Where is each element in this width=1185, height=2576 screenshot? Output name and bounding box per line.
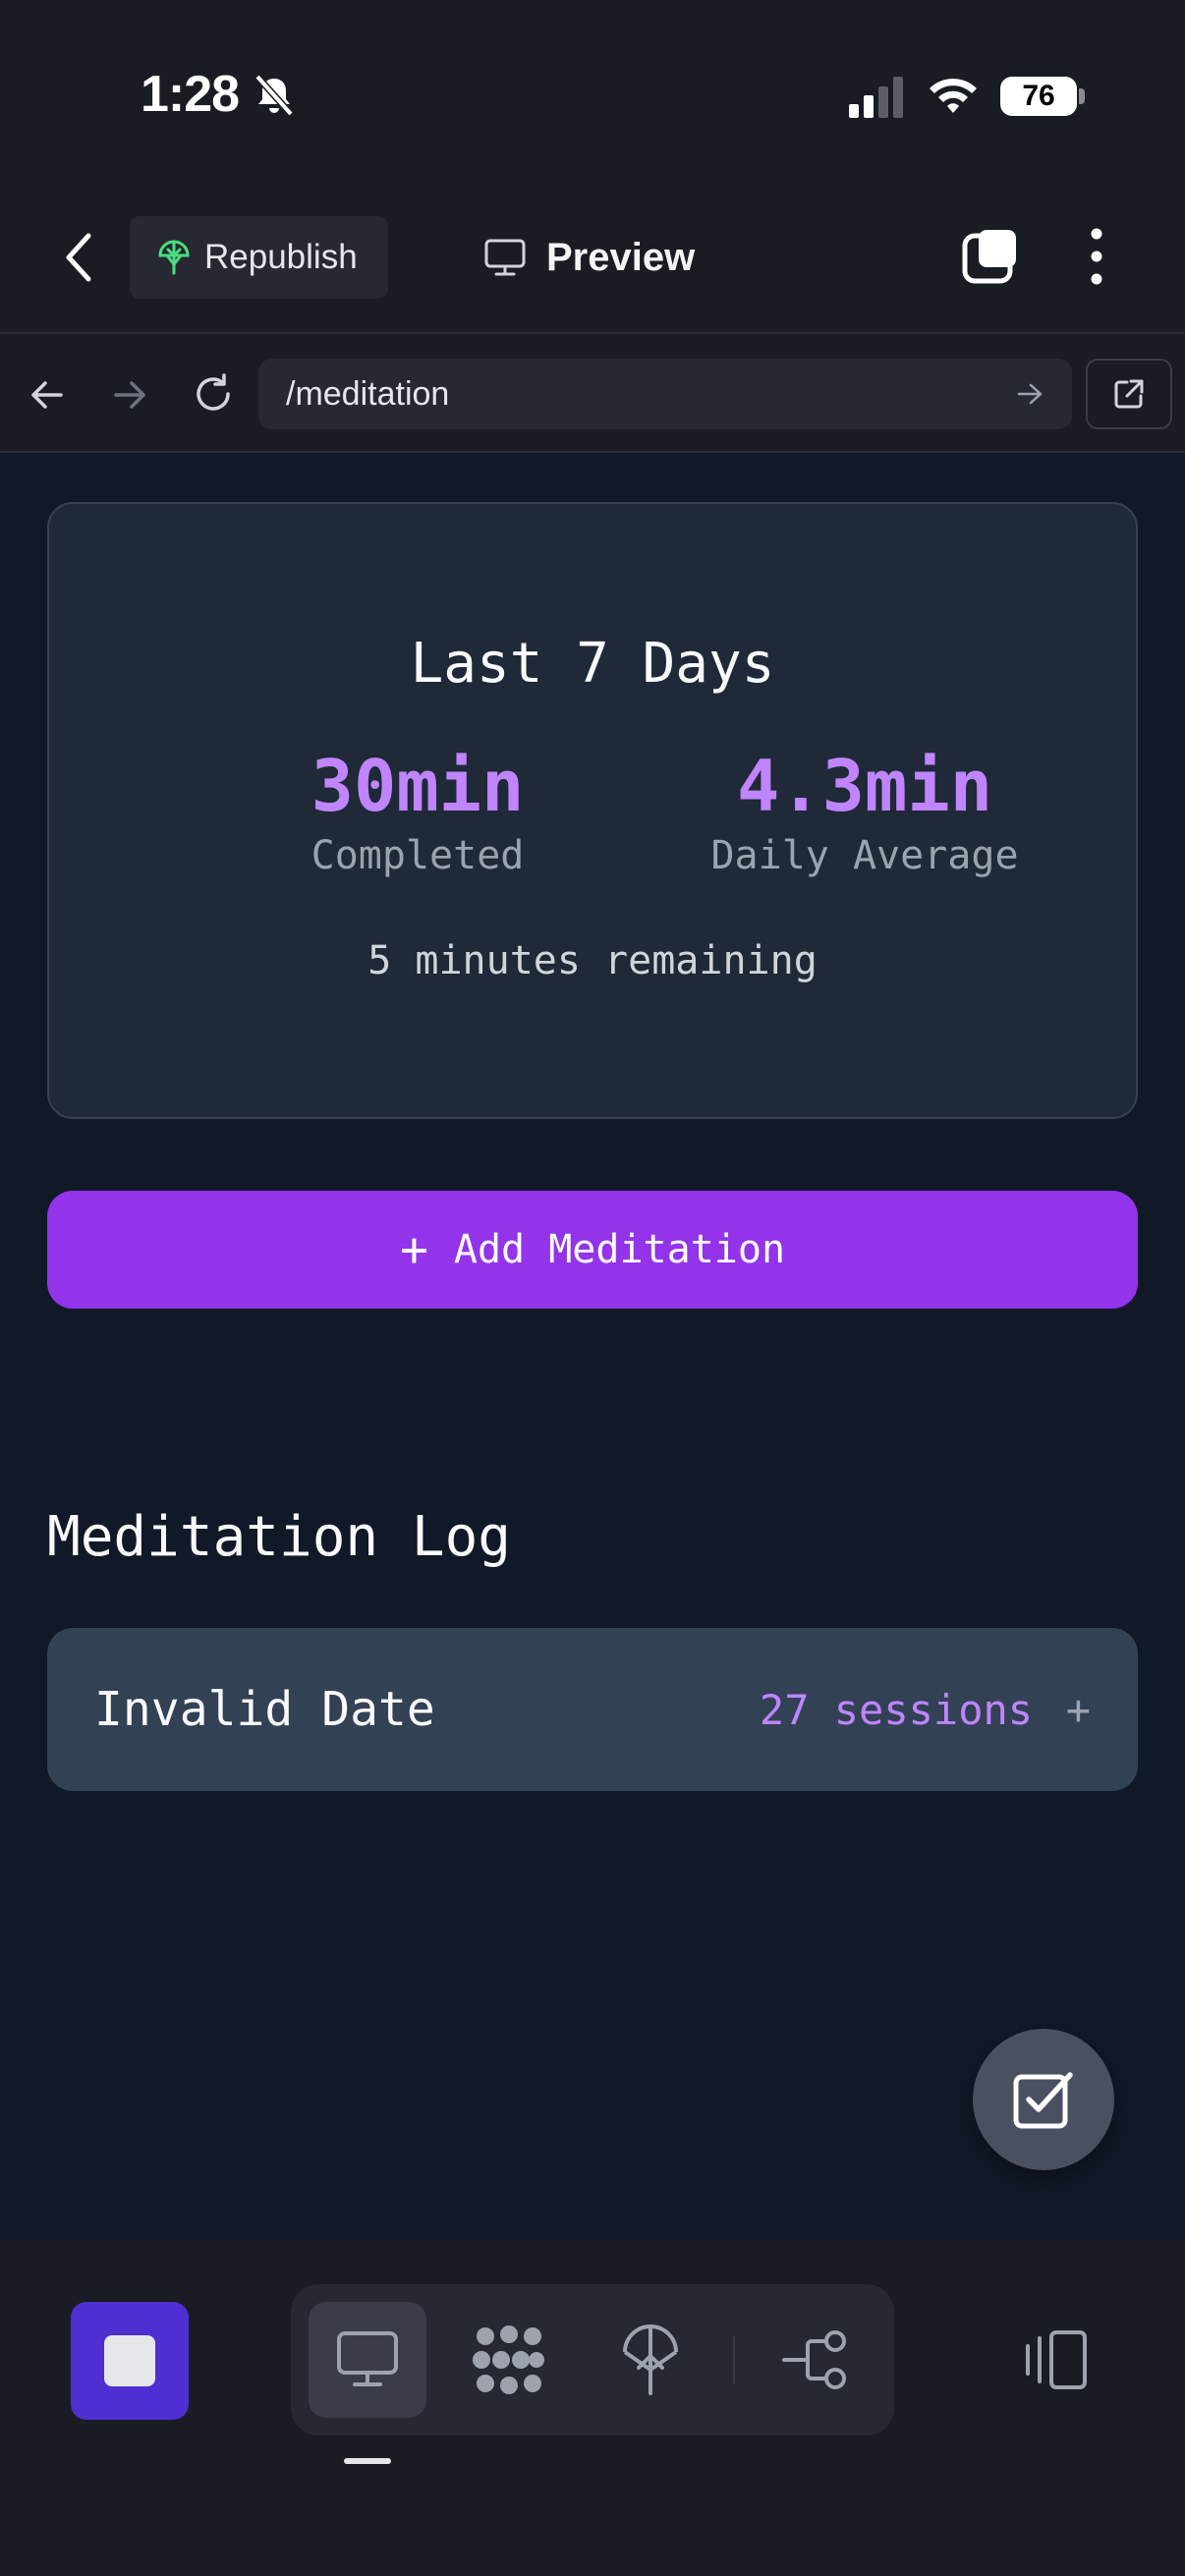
back-chevron-icon[interactable] — [61, 230, 100, 285]
deploy-tool-icon — [623, 2324, 678, 2395]
battery-tip — [1079, 88, 1085, 104]
completed-label: Completed — [310, 833, 525, 878]
log-group-row[interactable]: Invalid Date 27 sessions + — [47, 1628, 1138, 1791]
battery-indicator: 76 — [1000, 77, 1077, 116]
cellular-icon — [849, 77, 903, 118]
completed-value: 30min — [310, 745, 525, 827]
add-meditation-label: Add Meditation — [453, 1227, 786, 1272]
workflow-tool-icon — [782, 2330, 846, 2389]
toolbar-separator — [733, 2336, 735, 2383]
checkbox-icon — [1013, 2072, 1073, 2129]
tool-agent[interactable] — [450, 2302, 568, 2418]
section-heading: Meditation Log — [47, 1505, 512, 1569]
stats-title: Last 7 Days — [410, 632, 775, 696]
monitor-icon — [484, 239, 526, 276]
divider — [0, 451, 1185, 453]
tool-preview[interactable] — [309, 2302, 426, 2418]
url-input[interactable]: /meditation — [258, 359, 1072, 429]
stats-card: Last 7 Days 30min Completed 4.3min Daily… — [47, 502, 1138, 1119]
arrow-right-icon[interactable] — [108, 373, 151, 417]
average-stat: 4.3min Daily Average — [629, 745, 1100, 878]
session-count: 27 sessions — [759, 1685, 1034, 1734]
reload-icon[interactable] — [191, 371, 236, 417]
preview-label: Preview — [546, 235, 696, 279]
more-vertical-icon[interactable] — [1085, 226, 1108, 287]
preview-toggle[interactable]: Preview — [483, 228, 695, 287]
stop-button[interactable] — [71, 2302, 189, 2420]
agent-tool-icon — [473, 2325, 544, 2394]
preview-tool-icon — [337, 2331, 398, 2386]
checklist-fab[interactable] — [973, 2029, 1114, 2170]
tool-workflow[interactable] — [759, 2302, 876, 2418]
bell-slash-icon — [254, 74, 294, 117]
completed-stat: 30min Completed — [246, 745, 590, 878]
external-link-icon — [1114, 379, 1144, 409]
wifi-icon — [930, 79, 977, 113]
tool-deploy[interactable] — [592, 2302, 709, 2418]
republish-button[interactable]: Republish — [130, 216, 388, 299]
open-external-button[interactable] — [1086, 359, 1172, 429]
stop-icon — [104, 2335, 155, 2386]
status-time: 1:28 — [141, 66, 240, 123]
log-date: Invalid Date — [94, 1682, 435, 1737]
active-tool-indicator — [344, 2458, 391, 2464]
tabs-icon[interactable] — [961, 226, 1022, 287]
add-meditation-button[interactable]: + Add Meditation — [47, 1191, 1138, 1309]
remaining-text: 5 minutes remaining — [367, 938, 818, 983]
republish-icon — [158, 240, 190, 275]
go-arrow-icon[interactable] — [1015, 379, 1044, 409]
side-panel-icon[interactable] — [1018, 2328, 1091, 2391]
average-value: 4.3min — [736, 745, 993, 827]
expand-icon[interactable]: + — [1066, 1686, 1091, 1734]
republish-label: Republish — [204, 238, 358, 276]
url-text: /meditation — [286, 374, 450, 413]
average-label: Daily Average — [710, 833, 1019, 878]
plus-icon: + — [399, 1222, 428, 1277]
arrow-left-icon[interactable] — [26, 373, 69, 417]
